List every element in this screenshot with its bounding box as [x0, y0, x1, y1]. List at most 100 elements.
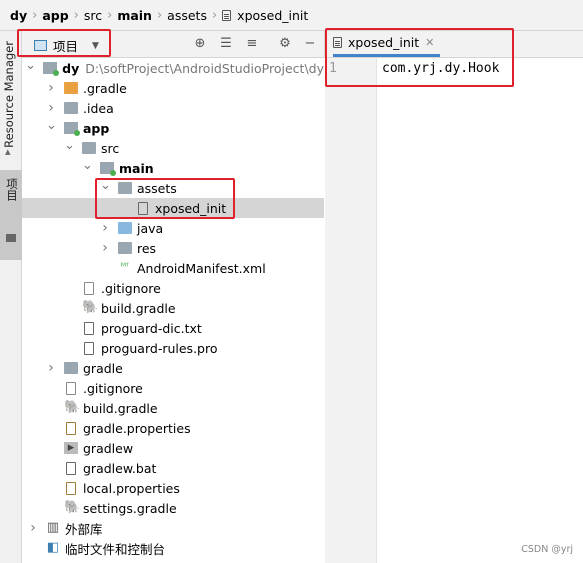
folder-blue-icon [118, 222, 132, 234]
chevron-right-icon: › [107, 7, 113, 23]
highlight-box-project-view [17, 29, 111, 57]
breadcrumb-app[interactable]: app [42, 8, 68, 23]
tree-item-label: gradlew.bat [83, 460, 157, 476]
folder-icon [64, 102, 78, 114]
chevron-down-icon[interactable]: ⌄ [25, 58, 36, 73]
gradle-icon: 🐘 [82, 300, 99, 315]
tree-row[interactable]: ⌄ src [22, 138, 324, 158]
breadcrumb-main[interactable]: main [117, 8, 152, 23]
chevron-down-icon[interactable]: ⌄ [64, 138, 75, 153]
chevron-right-icon: › [73, 7, 79, 23]
tree-row[interactable]: ⌄ main [22, 158, 324, 178]
project-tab-label: 项目 [5, 178, 19, 201]
manifest-icon: ᴹᶠ [120, 262, 130, 273]
chevron-right-icon: › [32, 7, 38, 23]
tree-row[interactable]: ›◧临时文件和控制台 [22, 538, 324, 558]
tree-row[interactable]: › gradle [22, 358, 324, 378]
tree-row[interactable]: ›.gitignore [22, 378, 324, 398]
tree-item-label: AndroidManifest.xml [137, 260, 266, 276]
tree-item-label: build.gradle [83, 400, 158, 416]
properties-icon [66, 481, 76, 495]
module-icon [43, 62, 60, 76]
gitignore-icon [66, 381, 76, 395]
chevron-right-icon: › [156, 7, 163, 23]
tree-row[interactable]: ›🐘build.gradle [22, 298, 324, 318]
tree-row[interactable]: ›🐘settings.gradle [22, 498, 324, 518]
tree-row[interactable]: ›ᴹᶠAndroidManifest.xml [22, 258, 324, 278]
file-icon [84, 341, 94, 355]
project-path: D:\softProject\AndroidStudioProject\dy [85, 60, 324, 76]
folder-icon [6, 234, 16, 242]
tree-item-label: app [83, 120, 110, 136]
highlight-box-editor-tab [325, 28, 514, 87]
tree-row[interactable]: › java [22, 218, 324, 238]
highlight-box-assets [95, 178, 235, 219]
tree-row[interactable]: ›local.properties [22, 478, 324, 498]
resource-manager-tab[interactable]: Resource Manager [2, 41, 16, 148]
gitignore-icon [84, 281, 94, 295]
file-icon [222, 9, 232, 21]
folder-icon [82, 142, 96, 154]
breadcrumb-assets[interactable]: assets [167, 8, 207, 23]
chevron-right-icon[interactable]: › [100, 220, 110, 236]
gradle-icon: 🐘 [64, 400, 81, 415]
tree-row[interactable]: ›🐘build.gradle [22, 398, 324, 418]
folder-icon [64, 362, 78, 374]
tree-row[interactable]: ⌄ dy D:\softProject\AndroidStudioProject\d… [22, 58, 324, 78]
tree-item-label: .gitignore [101, 280, 161, 296]
tree-row[interactable]: › res [22, 238, 324, 258]
project-tree: ⌄ dy D:\softProject\AndroidStudioProject\d… [22, 58, 324, 563]
tree-item-label: java [137, 220, 164, 236]
editor-content[interactable]: com.yrj.dy.Hook [377, 58, 583, 563]
file-icon [66, 461, 76, 475]
chevron-down-icon[interactable]: ⌄ [82, 158, 93, 173]
tree-item-label: settings.gradle [83, 500, 177, 516]
tree-item-label: local.properties [83, 480, 180, 496]
tree-item-label: gradle [83, 360, 123, 376]
project-tool-tab[interactable]: 项目 [0, 170, 22, 260]
tree-item-label: dy [62, 60, 80, 76]
tree-item-label: proguard-dic.txt [101, 320, 202, 336]
tree-item-label: proguard-rules.pro [101, 340, 218, 356]
tree-row[interactable]: ›gradle.properties [22, 418, 324, 438]
tree-item-label: 外部库 [65, 521, 103, 537]
minimize-icon[interactable]: − [303, 37, 317, 51]
resource-manager-icon[interactable]: ▴ [5, 145, 11, 158]
script-icon: ▸ [64, 441, 78, 454]
tree-row[interactable]: › .gradle [22, 78, 324, 98]
breadcrumb: dy › app › src › main › assets › xposed_… [0, 0, 583, 31]
tree-row[interactable]: ›proguard-dic.txt [22, 318, 324, 338]
tree-item-label: gradle.properties [83, 420, 191, 436]
module-icon [64, 122, 80, 136]
tree-row[interactable]: ›▸gradlew [22, 438, 324, 458]
chevron-right-icon[interactable]: › [46, 100, 56, 116]
chevron-right-icon[interactable]: › [46, 80, 56, 96]
collapse-all-icon[interactable]: ≡ [245, 37, 259, 51]
watermark: CSDN @yrj [521, 544, 573, 555]
tree-row[interactable]: › ▥ 外部库 [22, 518, 324, 538]
tree-row[interactable]: ›gradlew.bat [22, 458, 324, 478]
properties-icon [66, 421, 76, 435]
expand-all-icon[interactable]: ☰ [219, 37, 233, 51]
gear-icon[interactable]: ⚙ [278, 37, 292, 51]
crosshair-icon[interactable]: ⊕ [193, 37, 207, 51]
chevron-right-icon[interactable]: › [100, 240, 110, 256]
tree-row[interactable]: ⌄ app [22, 118, 324, 138]
breadcrumb-dy[interactable]: dy [10, 8, 27, 23]
gradle-icon: 🐘 [64, 500, 81, 515]
tree-row[interactable]: › .idea [22, 98, 324, 118]
library-icon: ▥ [46, 520, 60, 535]
chevron-down-icon[interactable]: ⌄ [46, 118, 57, 133]
tree-item-label: .gitignore [83, 380, 143, 396]
tree-item-label: gradlew [83, 440, 134, 456]
breadcrumb-src[interactable]: src [84, 8, 102, 23]
folder-orange-icon [64, 82, 78, 94]
tool-window-stripe: Resource Manager ▴ 项目 [0, 31, 22, 563]
folder-res-icon [118, 242, 132, 254]
tree-row[interactable]: ›.gitignore [22, 278, 324, 298]
tree-item-label: 临时文件和控制台 [65, 541, 166, 557]
chevron-right-icon[interactable]: › [28, 520, 38, 536]
breadcrumb-xposed-init[interactable]: xposed_init [222, 8, 308, 23]
tree-row[interactable]: ›proguard-rules.pro [22, 338, 324, 358]
chevron-right-icon[interactable]: › [46, 360, 56, 376]
